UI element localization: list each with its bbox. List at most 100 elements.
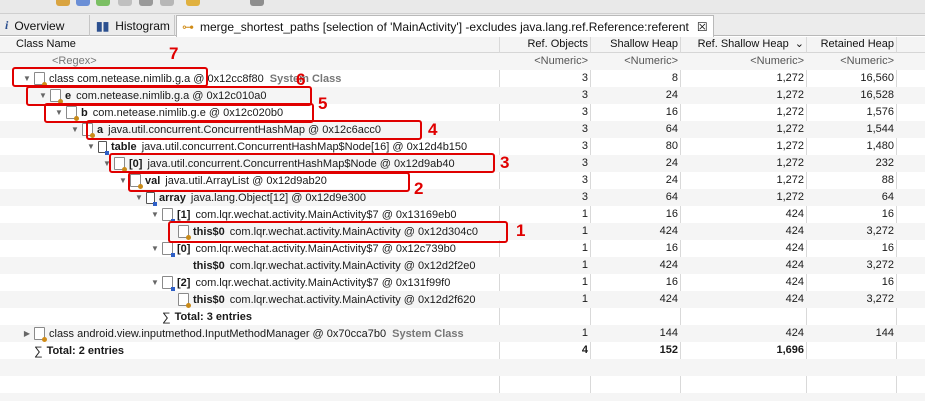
shallow-heap-value: 8 (671, 72, 678, 84)
empty-row (0, 393, 925, 401)
table-row[interactable]: ▶ class android.view.inputmethod.InputMe… (0, 325, 925, 342)
ref-shallow-heap-value: 1,272 (776, 174, 804, 186)
retained-heap-value: 64 (881, 191, 894, 203)
ref-objects-value: 1 (581, 293, 588, 305)
expand-arrow-icon[interactable]: ▶ (22, 329, 32, 338)
retained-heap-value: 3,272 (866, 293, 894, 305)
ref-objects-value: 1 (581, 327, 588, 339)
annotation-box (86, 120, 422, 140)
ref-shallow-heap-value: 1,272 (776, 106, 804, 118)
column-header-class-name[interactable]: Class Name (16, 37, 496, 53)
empty-row (0, 376, 925, 393)
annotation-number: 7 (169, 44, 179, 63)
ref-objects-value: 1 (581, 259, 588, 271)
table-row[interactable]: ∑ Total: 2 entries 4 152 1,696 (0, 342, 925, 359)
toolbar-icon[interactable] (139, 0, 153, 6)
toolbar-icon[interactable] (96, 0, 110, 6)
toolbar-icon[interactable] (76, 0, 90, 6)
annotation-box (168, 221, 508, 243)
empty-row (0, 359, 925, 376)
expand-arrow-icon[interactable]: ▼ (150, 278, 160, 287)
tab-label: merge_shortest_paths [selection of 'Main… (200, 19, 689, 34)
histogram-icon: ▮▮ (96, 18, 110, 33)
table-row[interactable]: ▼ [2] com.lqr.wechat.activity.MainActivi… (0, 274, 925, 291)
expand-arrow-icon[interactable]: ▼ (150, 210, 160, 219)
object-label: com.lqr.wechat.activity.MainActivity @ 0… (229, 293, 476, 306)
class-icon (34, 327, 47, 342)
shallow-heap-value: 16 (665, 208, 678, 220)
retained-heap-value: 1,576 (866, 106, 894, 118)
object-label: class android.view.inputmethod.InputMeth… (49, 327, 387, 340)
close-icon[interactable]: ☒ (697, 20, 708, 34)
field-name: table (111, 140, 137, 153)
annotation-box (128, 172, 410, 192)
retained-heap-value: 16 (881, 242, 894, 254)
expand-arrow-icon[interactable]: ▼ (70, 125, 80, 134)
numeric-filter-input[interactable]: <Numeric> (502, 53, 588, 70)
object-label: com.lqr.wechat.activity.MainActivity$7 @… (195, 242, 456, 255)
system-class-tag: System Class (392, 327, 464, 340)
info-icon: i (5, 18, 9, 32)
object-icon (162, 276, 175, 291)
ref-shallow-heap-value: 424 (785, 293, 804, 305)
tab-histogram[interactable]: ▮▮ Histogram (91, 15, 175, 36)
column-header-ref-shallow-heap[interactable]: Ref. Shallow Heap ⌄ (682, 37, 804, 53)
numeric-filter-input[interactable]: <Numeric> (592, 53, 678, 70)
shallow-heap-value: 24 (665, 157, 678, 169)
toolbar-icon[interactable] (160, 0, 174, 6)
annotation-box (109, 153, 495, 173)
retained-heap-value: 3,272 (866, 259, 894, 271)
tab-label: Histogram (115, 18, 170, 33)
table-row[interactable]: ∑ Total: 3 entries (0, 308, 925, 325)
shallow-heap-value: 16 (665, 276, 678, 288)
expand-arrow-icon[interactable]: ▼ (134, 193, 144, 202)
table-row[interactable]: this$0 com.lqr.wechat.activity.MainActiv… (0, 257, 925, 274)
toolbar-icon[interactable] (118, 0, 132, 6)
toolbar-icon[interactable] (186, 0, 200, 6)
tab-merge-shortest-paths[interactable]: ⊶ merge_shortest_paths [selection of 'Ma… (176, 15, 714, 37)
field-name: [1] (177, 208, 191, 221)
ref-shallow-heap-value: 424 (785, 242, 804, 254)
annotation-number: 5 (318, 94, 328, 113)
numeric-filter-input[interactable]: <Numeric> (682, 53, 804, 70)
ref-objects-value: 3 (581, 157, 588, 169)
toolbar-icon[interactable] (250, 0, 264, 6)
tab-overview[interactable]: i Overview (0, 15, 90, 36)
toolbar (0, 0, 925, 14)
retained-heap-value: 16 (881, 276, 894, 288)
toolbar-icon[interactable] (56, 0, 70, 6)
expand-arrow-icon[interactable]: ▼ (118, 176, 128, 185)
table-row[interactable]: this$0 com.lqr.wechat.activity.MainActiv… (0, 291, 925, 308)
annotation-box (12, 67, 208, 87)
ref-shallow-heap-value: 1,272 (776, 89, 804, 101)
column-header-ref-objects[interactable]: Ref. Objects (502, 37, 588, 53)
ref-shallow-heap-value: 1,272 (776, 191, 804, 203)
array-icon (98, 140, 109, 155)
ref-objects-value: 1 (581, 208, 588, 220)
ref-objects-value: 3 (581, 89, 588, 101)
ref-shallow-heap-value: 424 (785, 225, 804, 237)
ref-shallow-heap-value: 1,272 (776, 123, 804, 135)
expand-arrow-icon[interactable]: ▼ (86, 142, 96, 151)
tree-cell: this$0 com.lqr.wechat.activity.MainActiv… (176, 257, 498, 274)
column-header-shallow-heap[interactable]: Shallow Heap (592, 37, 678, 53)
numeric-filter-input[interactable]: <Numeric> (808, 53, 894, 70)
ref-objects-value: 1 (581, 276, 588, 288)
retained-heap-value (808, 342, 894, 359)
annotation-number: 4 (428, 120, 438, 139)
shallow-heap-value: 64 (665, 123, 678, 135)
sigma-icon: ∑ (34, 343, 43, 358)
annotation-number: 3 (500, 153, 510, 172)
expand-arrow-icon[interactable]: ▼ (150, 244, 160, 253)
annotation-number: 2 (414, 179, 424, 198)
retained-heap-value: 16,560 (860, 72, 894, 84)
object-icon (162, 208, 175, 223)
retained-heap-value: 88 (881, 174, 894, 186)
ref-shallow-heap-value: 1,272 (776, 157, 804, 169)
ref-objects-value: 4 (581, 344, 588, 356)
ref-objects-value: 1 (581, 242, 588, 254)
column-header-retained-heap[interactable]: Retained Heap (808, 37, 894, 53)
ref-objects-value: 3 (581, 106, 588, 118)
field-name: this$0 (193, 293, 225, 306)
object-label: java.util.concurrent.ConcurrentHashMap$N… (141, 140, 468, 153)
